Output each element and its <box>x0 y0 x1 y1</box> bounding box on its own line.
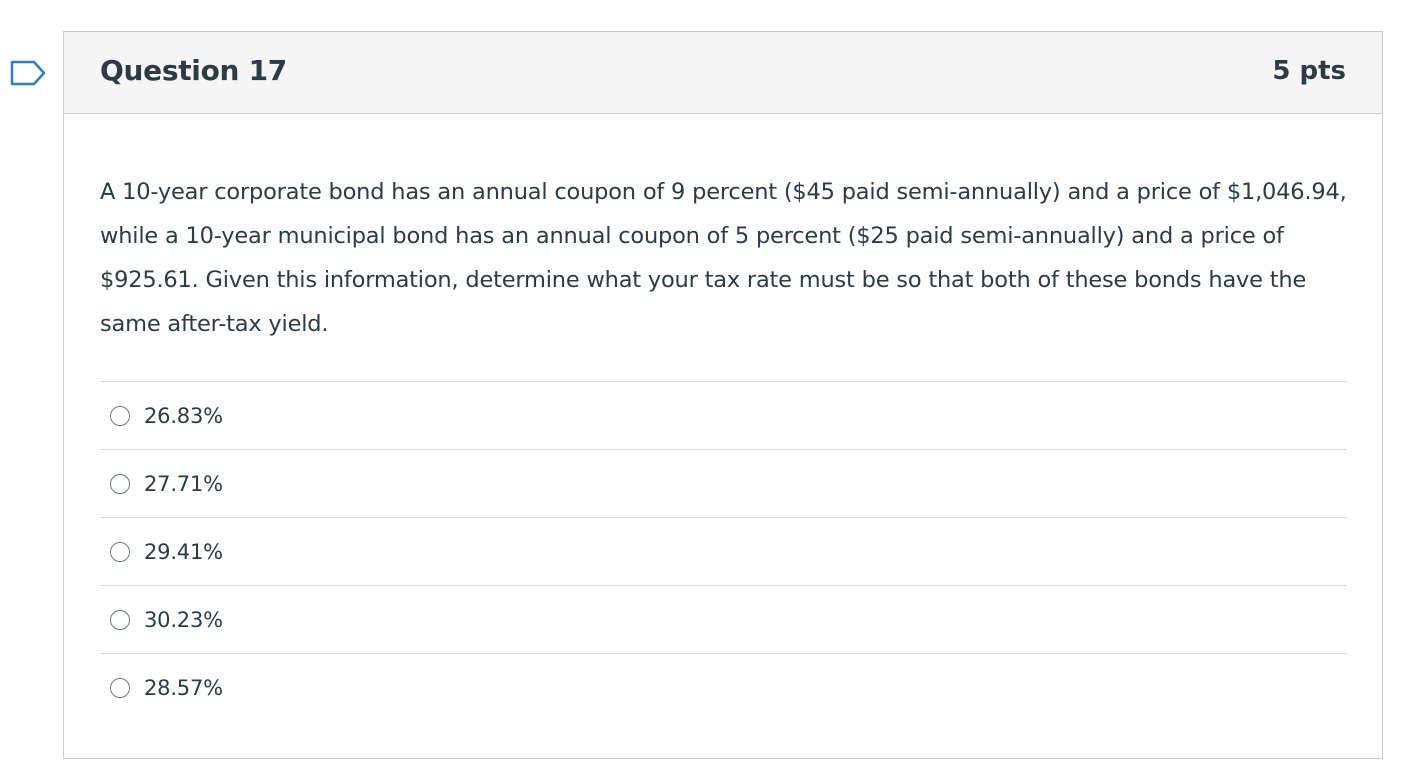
answer-label: 26.83% <box>144 403 223 428</box>
radio-button[interactable] <box>110 473 130 494</box>
question-card: Question 17 5 pts A 10-year corporate bo… <box>63 31 1383 759</box>
question-header: Question 17 5 pts <box>64 32 1382 114</box>
answer-label: 29.41% <box>144 539 223 564</box>
question-text: A 10-year corporate bond has an annual c… <box>100 179 1347 337</box>
answer-list: 26.83% 27.71% 29.41% 30.23% 28.57% <box>100 381 1347 721</box>
answer-option[interactable]: 27.71% <box>100 449 1347 517</box>
answer-label: 30.23% <box>144 607 223 632</box>
answer-option[interactable]: 28.57% <box>100 653 1347 721</box>
answer-option[interactable]: 30.23% <box>100 585 1347 653</box>
question-title: Question 17 <box>100 54 287 87</box>
question-points: 5 pts <box>1272 56 1346 86</box>
answer-label: 28.57% <box>144 675 223 700</box>
radio-button[interactable] <box>110 609 130 630</box>
answer-option[interactable]: 29.41% <box>100 517 1347 585</box>
answer-label: 27.71% <box>144 471 223 496</box>
radio-button[interactable] <box>110 677 130 698</box>
answer-option[interactable]: 26.83% <box>100 381 1347 449</box>
radio-button[interactable] <box>110 541 130 562</box>
flag-question-icon[interactable] <box>10 60 46 86</box>
radio-button[interactable] <box>110 405 130 426</box>
